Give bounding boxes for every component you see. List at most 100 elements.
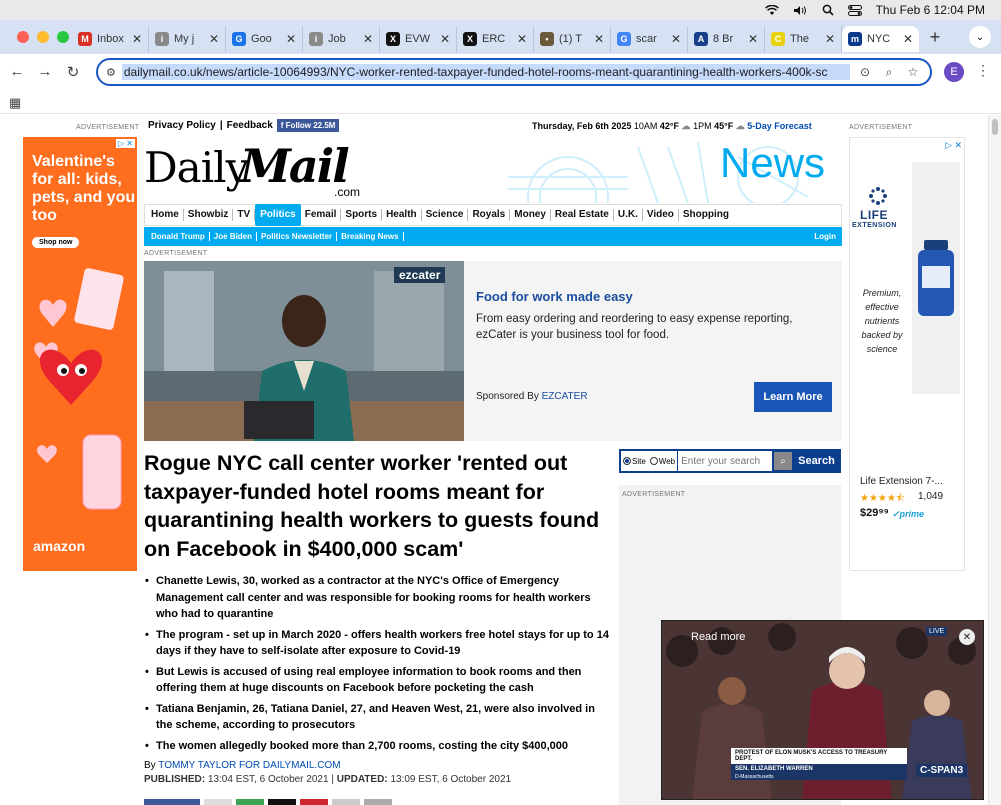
browser-tab[interactable]: X EVW ✕ [380,26,457,52]
subnav-item-donald-trump[interactable]: Donald Trump [147,232,210,241]
search-button[interactable]: Search [798,455,835,467]
whatsapp-share-button[interactable] [236,799,264,805]
search-magnifier-icon[interactable]: ⌕ [774,452,793,470]
close-window-button[interactable] [17,31,29,43]
reload-icon[interactable]: ↻ [58,63,88,81]
close-tab-icon[interactable]: ✕ [748,32,758,46]
browser-tab[interactable]: Gscar ✕ [611,26,688,52]
lens-icon[interactable]: ⊙ [856,65,874,79]
apps-grid-icon[interactable]: ▦ [9,95,21,111]
bookmark-star-icon[interactable]: ☆ [904,65,922,79]
back-arrow-icon[interactable]: ← [2,63,32,80]
menubar-clock[interactable]: Thu Feb 6 12:04 PM [876,3,985,17]
facebook-follow-button[interactable]: f Follow 22.5M [276,119,340,132]
flipboard-share-button[interactable] [300,799,328,805]
facebook-share-button[interactable] [144,799,200,805]
login-link[interactable]: Login [814,232,836,241]
nav-item-royals[interactable]: Royals [468,209,511,221]
life-extension-ad[interactable]: ▷ ✕ LIFE EXTENSION Premium, effective nu… [849,137,965,571]
close-tab-icon[interactable]: ✕ [517,32,527,46]
feedback-link[interactable]: Feedback [227,120,273,131]
floating-video-player[interactable]: Read more LIVE ✕ PROTEST OF ELON MUSK'S … [661,620,984,800]
amazon-valentines-ad[interactable]: ▷ ✕ Valentine's for all: kids, pets, and… [23,137,137,571]
radio-web[interactable] [649,457,658,465]
subnav-item-politics-newsletter[interactable]: Politics Newsletter [257,232,338,241]
daily-mail-logo[interactable]: Daily Mail .com [144,139,384,201]
close-tab-icon[interactable]: ✕ [903,32,913,46]
adchoices-icon[interactable]: ▷ ✕ [115,139,135,148]
browser-tab[interactable]: X ERC ✕ [457,26,534,52]
network-logo: C-SPAN3 [916,764,968,777]
close-tab-icon[interactable]: ✕ [825,32,835,46]
more-share-button[interactable] [364,799,392,805]
wifi-icon[interactable] [764,4,779,16]
author-link[interactable]: TOMMY TAYLOR FOR DAILYMAIL.COM [158,760,340,771]
browser-tab[interactable]: M Inbox ✕ [72,26,149,52]
browser-tab[interactable]: i My j ✕ [149,26,226,52]
new-tab-button[interactable]: + [923,27,947,48]
nav-item-money[interactable]: Money [510,209,551,221]
nav-item-tv[interactable]: TV [233,209,256,221]
nav-item-video[interactable]: Video [643,209,679,221]
read-more-link[interactable]: Read more [691,631,745,643]
close-tab-icon[interactable]: ✕ [363,32,373,46]
nav-item-u-k-[interactable]: U.K. [614,209,643,221]
close-tab-icon[interactable]: ✕ [209,32,219,46]
subnav-item-breaking-news[interactable]: Breaking News [337,232,404,241]
zoom-window-button[interactable] [57,31,69,43]
close-video-icon[interactable]: ✕ [959,629,975,645]
nav-item-science[interactable]: Science [422,209,469,221]
learn-more-button[interactable]: Learn More [754,382,832,412]
close-tab-icon[interactable]: ✕ [132,32,142,46]
radio-site[interactable] [623,457,631,465]
adchoices-icon[interactable]: ▷ ✕ [945,140,962,151]
scrollbar-thumb[interactable] [992,119,998,135]
close-tab-icon[interactable]: ✕ [440,32,450,46]
search-icon[interactable] [822,4,834,16]
control-center-icon[interactable] [847,4,862,16]
browser-tab[interactable]: m NYC ✕ [842,26,919,52]
five-day-forecast-link[interactable]: 5-Day Forecast [747,121,812,131]
nav-item-home[interactable]: Home [147,209,184,221]
browser-tab[interactable]: C The ✕ [765,26,842,52]
close-tab-icon[interactable]: ✕ [671,32,681,46]
minimize-window-button[interactable] [37,31,49,43]
subnav-item-joe-biden[interactable]: Joe Biden [210,232,258,241]
site-info-icon[interactable]: ⚙ [106,66,116,79]
share-button[interactable] [204,799,232,805]
close-tab-icon[interactable]: ✕ [286,32,296,46]
nav-item-real-estate[interactable]: Real Estate [551,209,614,221]
nav-item-shopping[interactable]: Shopping [679,209,733,221]
ezcater-ad[interactable]: ezcater Food for work made easy From eas… [144,261,842,441]
profile-avatar[interactable]: E [944,62,964,82]
volume-icon[interactable] [793,5,808,16]
zoom-icon[interactable]: ⌕ [880,65,898,80]
ad-title[interactable]: Food for work made easy [476,289,633,304]
forward-arrow-icon[interactable]: → [30,63,60,80]
nav-item-femail[interactable]: Femail [301,209,342,221]
weather-1pm-label: 1PM [693,121,712,131]
tab-search-chevron-icon[interactable]: ⌄ [969,26,991,48]
shop-now-button[interactable]: Shop now [32,237,80,248]
search-web-option[interactable]: Web [647,451,678,471]
browser-menu-icon[interactable]: ⋮ [976,62,990,79]
browser-tab[interactable]: G Goo ✕ [226,26,303,52]
url-text[interactable]: dailymail.co.uk/news/article-10064993/NY… [121,64,850,80]
x-share-button[interactable] [268,799,296,805]
browser-tab[interactable]: i Job ✕ [303,26,380,52]
page-scrollbar[interactable] [988,115,1001,805]
browser-tab[interactable]: • (1) T ✕ [534,26,611,52]
search-input[interactable] [678,451,773,471]
product-name[interactable]: Life Extension 7-... [860,476,943,487]
browser-tab[interactable]: A 8 Br ✕ [688,26,765,52]
search-site-option[interactable]: Site [621,451,648,471]
nav-item-health[interactable]: Health [382,209,422,221]
address-bar[interactable]: ⚙ dailymail.co.uk/news/article-10064993/… [96,58,932,86]
sponsor-link[interactable]: EZCATER [542,391,588,402]
close-tab-icon[interactable]: ✕ [594,32,604,46]
email-share-button[interactable] [332,799,360,805]
nav-item-politics[interactable]: Politics [255,204,301,226]
nav-item-showbiz[interactable]: Showbiz [184,209,234,221]
privacy-policy-link[interactable]: Privacy Policy [148,120,216,131]
nav-item-sports[interactable]: Sports [341,209,383,221]
